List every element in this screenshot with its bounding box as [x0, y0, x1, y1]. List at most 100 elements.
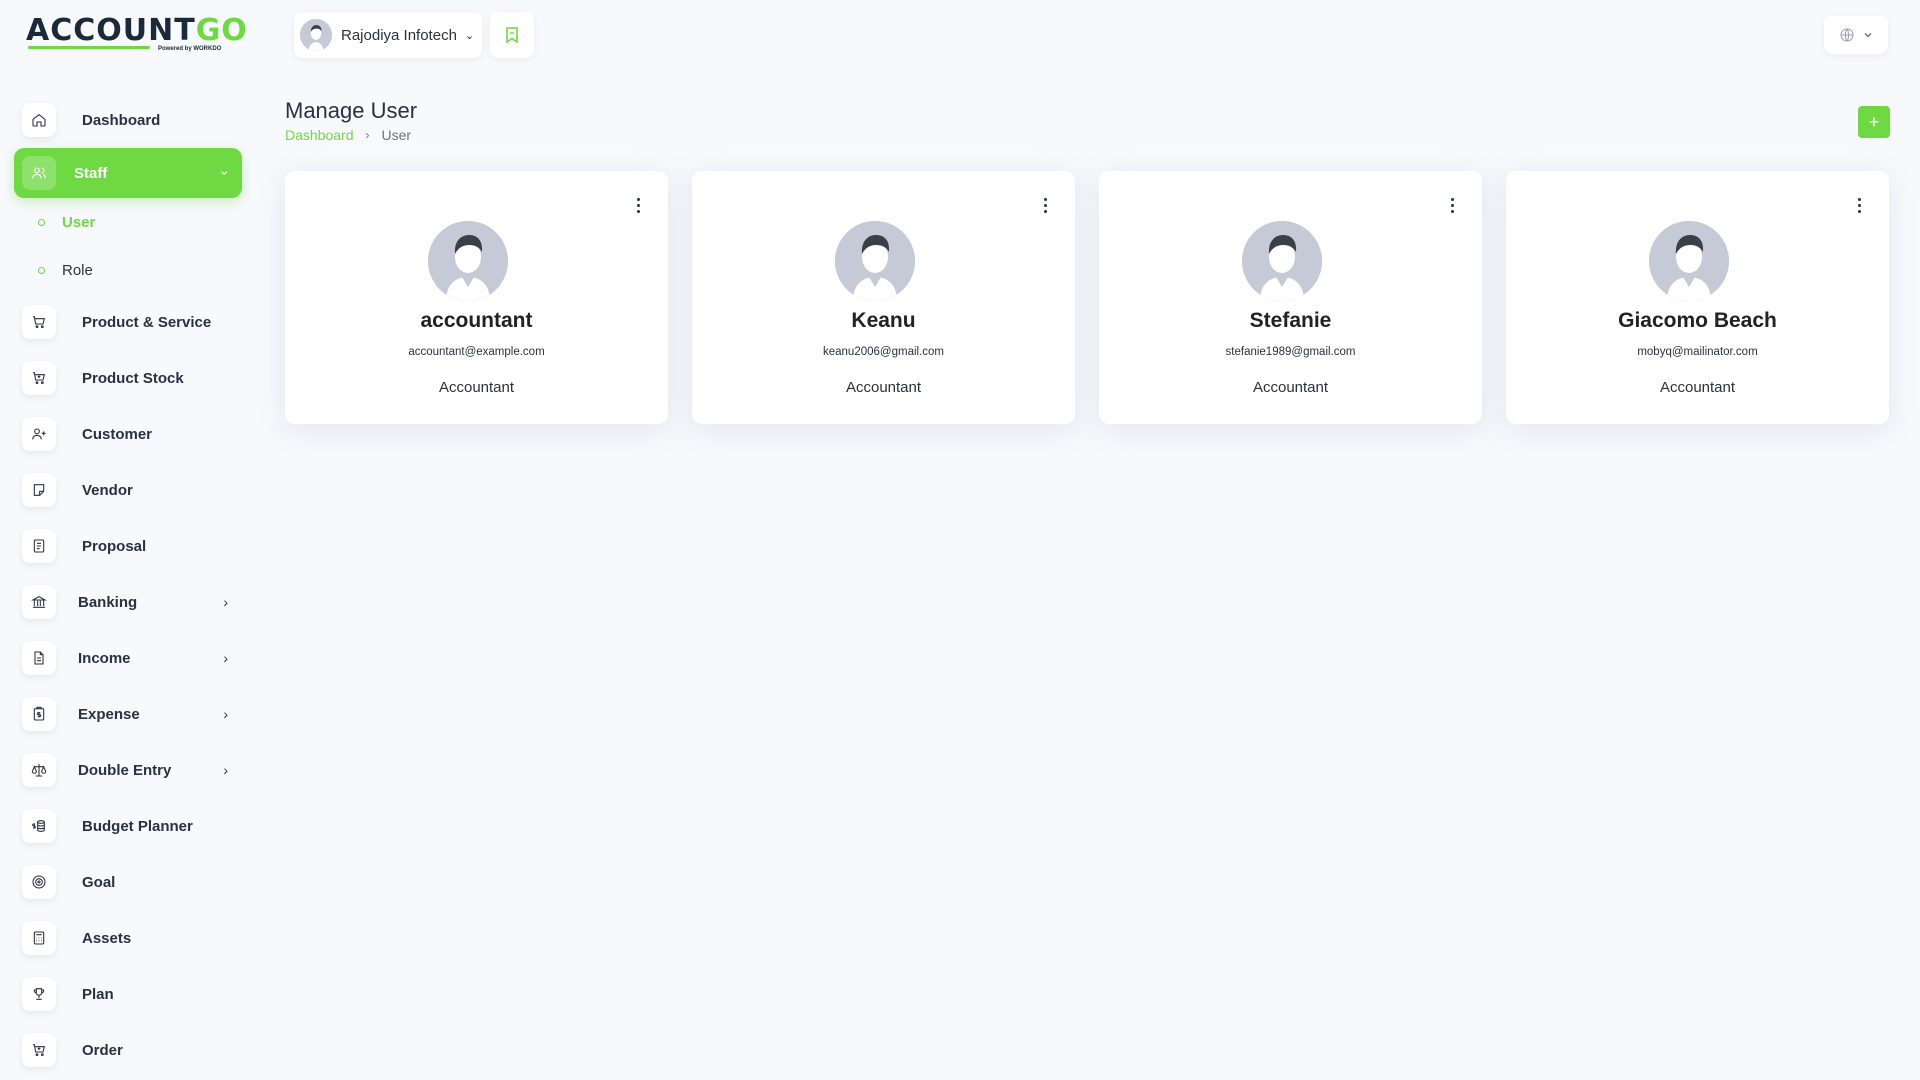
- sidebar: ACCOUNTGO Powered by WORKDO Dashboard St…: [0, 0, 256, 1080]
- user-email: keanu2006@gmail.com: [823, 346, 944, 358]
- user-card-grid: accountant accountant@example.com Accoun…: [285, 171, 1889, 424]
- chevron-down-icon: [1864, 32, 1872, 38]
- sidebar-item-plan[interactable]: Plan: [14, 966, 242, 1022]
- company-name: Rajodiya Infotech: [341, 26, 457, 44]
- bank-icon: [22, 585, 56, 619]
- note-icon: [22, 473, 56, 507]
- avatar: [300, 19, 332, 51]
- users-icon: [22, 156, 56, 190]
- user-role: Accountant: [1659, 379, 1736, 396]
- top-header: Rajodiya Infotech ⌄: [256, 0, 1920, 70]
- add-user-button[interactable]: +: [1858, 106, 1890, 138]
- more-vertical-icon[interactable]: [1851, 195, 1867, 215]
- sidebar-item-label: Product & Service: [82, 313, 212, 331]
- receipt-icon: [22, 529, 56, 563]
- clipboard-dollar-icon: [22, 697, 56, 731]
- sidebar-item-label: Proposal: [82, 537, 147, 555]
- user-card: Stefanie stefanie1989@gmail.com Accounta…: [1099, 171, 1482, 424]
- sidebar-subitem-label: User: [62, 213, 96, 231]
- chevron-right-icon: ›: [223, 650, 228, 666]
- language-switcher[interactable]: [1824, 16, 1888, 54]
- user-name: Giacomo Beach: [1618, 309, 1777, 332]
- sidebar-item-staff[interactable]: Staff ›: [14, 148, 242, 198]
- sidebar-item-budget-planner[interactable]: Budget Planner: [14, 798, 242, 854]
- user-role: Accountant: [845, 379, 922, 396]
- sidebar-item-label: Plan: [82, 985, 114, 1003]
- breadcrumb-link-dashboard[interactable]: Dashboard: [285, 127, 354, 143]
- sidebar-item-banking[interactable]: Banking ›: [14, 574, 242, 630]
- globe-icon: [1840, 28, 1854, 42]
- brand-logo[interactable]: ACCOUNTGO Powered by WORKDO: [26, 16, 247, 56]
- bullet-icon: [38, 218, 45, 226]
- more-vertical-icon[interactable]: [1444, 195, 1460, 215]
- sidebar-item-goal[interactable]: Goal: [14, 854, 242, 910]
- sidebar-item-label: Customer: [82, 425, 153, 443]
- chevron-right-icon: ›: [223, 762, 228, 778]
- user-role: Accountant: [438, 379, 515, 396]
- calculator-icon: [22, 921, 56, 955]
- user-name: accountant: [420, 309, 533, 332]
- user-card: Keanu keanu2006@gmail.com Accountant: [692, 171, 1075, 424]
- user-card: Giacomo Beach mobyq@mailinator.com Accou…: [1506, 171, 1889, 424]
- chevron-right-icon: ›: [223, 706, 228, 722]
- bullet-icon: [38, 266, 45, 274]
- sidebar-item-product-service[interactable]: Product & Service: [14, 294, 242, 350]
- user-name: Keanu: [851, 309, 916, 332]
- sidebar-item-label: Expense: [78, 705, 140, 723]
- sidebar-item-income[interactable]: Income ›: [14, 630, 242, 686]
- chevron-right-icon: ›: [365, 128, 370, 142]
- sidebar-item-label: Order: [82, 1041, 123, 1059]
- avatar: [835, 221, 915, 301]
- file-icon: [22, 641, 56, 675]
- sidebar-item-dashboard[interactable]: Dashboard: [14, 92, 242, 148]
- sidebar-item-label: Budget Planner: [82, 817, 193, 835]
- sidebar-item-double-entry[interactable]: Double Entry ›: [14, 742, 242, 798]
- sidebar-item-proposal[interactable]: Proposal: [14, 518, 242, 574]
- user-role: Accountant: [1252, 379, 1329, 396]
- sidebar-item-label: Assets: [82, 929, 132, 947]
- coins-icon: [22, 809, 56, 843]
- sidebar-item-expense[interactable]: Expense ›: [14, 686, 242, 742]
- sidebar-item-label: Staff: [74, 164, 108, 182]
- breadcrumb-current: User: [381, 127, 412, 143]
- breadcrumb: Dashboard › User: [285, 127, 411, 143]
- sidebar-item-vendor[interactable]: Vendor: [14, 462, 242, 518]
- avatar: [1242, 221, 1322, 301]
- avatar: [1649, 221, 1729, 301]
- user-card: accountant accountant@example.com Accoun…: [285, 171, 668, 424]
- sidebar-item-product-stock[interactable]: Product Stock: [14, 350, 242, 406]
- sidebar-subitem-label: Role: [62, 261, 93, 279]
- sidebar-item-label: Dashboard: [82, 111, 161, 129]
- sidebar-subitem-role[interactable]: Role: [14, 246, 242, 294]
- user-email: mobyq@mailinator.com: [1637, 346, 1758, 358]
- sidebar-item-order[interactable]: Order: [14, 1022, 242, 1078]
- sidebar-subitem-user[interactable]: User: [14, 198, 242, 246]
- user-email: stefanie1989@gmail.com: [1225, 346, 1356, 358]
- sidebar-item-label: Product Stock: [82, 369, 184, 387]
- sidebar-item-label: Double Entry: [78, 761, 172, 779]
- cart-plus-icon: [22, 1033, 56, 1067]
- more-vertical-icon[interactable]: [630, 195, 646, 215]
- bookmark-icon: [506, 27, 518, 43]
- chevron-right-icon: ›: [223, 594, 228, 610]
- user-plus-icon: [22, 417, 56, 451]
- home-icon: [22, 103, 56, 137]
- cart-icon: [22, 305, 56, 339]
- sidebar-item-label: Goal: [82, 873, 116, 891]
- cart-plus-icon: [22, 361, 56, 395]
- sidebar-item-label: Income: [78, 649, 131, 667]
- user-email: accountant@example.com: [408, 346, 545, 358]
- avatar: [428, 221, 508, 301]
- user-name: Stefanie: [1249, 309, 1332, 332]
- sidebar-nav: Dashboard Staff › User Role Product & Se…: [14, 92, 242, 1078]
- company-switcher[interactable]: Rajodiya Infotech ⌄: [294, 12, 482, 58]
- sidebar-item-label: Vendor: [82, 481, 133, 499]
- sidebar-item-customer[interactable]: Customer: [14, 406, 242, 462]
- scale-icon: [22, 753, 56, 787]
- sidebar-item-assets[interactable]: Assets: [14, 910, 242, 966]
- chevron-down-icon: ⌄: [464, 29, 475, 42]
- trophy-icon: [22, 977, 56, 1011]
- bookmark-button[interactable]: [490, 12, 534, 58]
- page-title: Manage User: [285, 98, 418, 123]
- more-vertical-icon[interactable]: [1037, 195, 1053, 215]
